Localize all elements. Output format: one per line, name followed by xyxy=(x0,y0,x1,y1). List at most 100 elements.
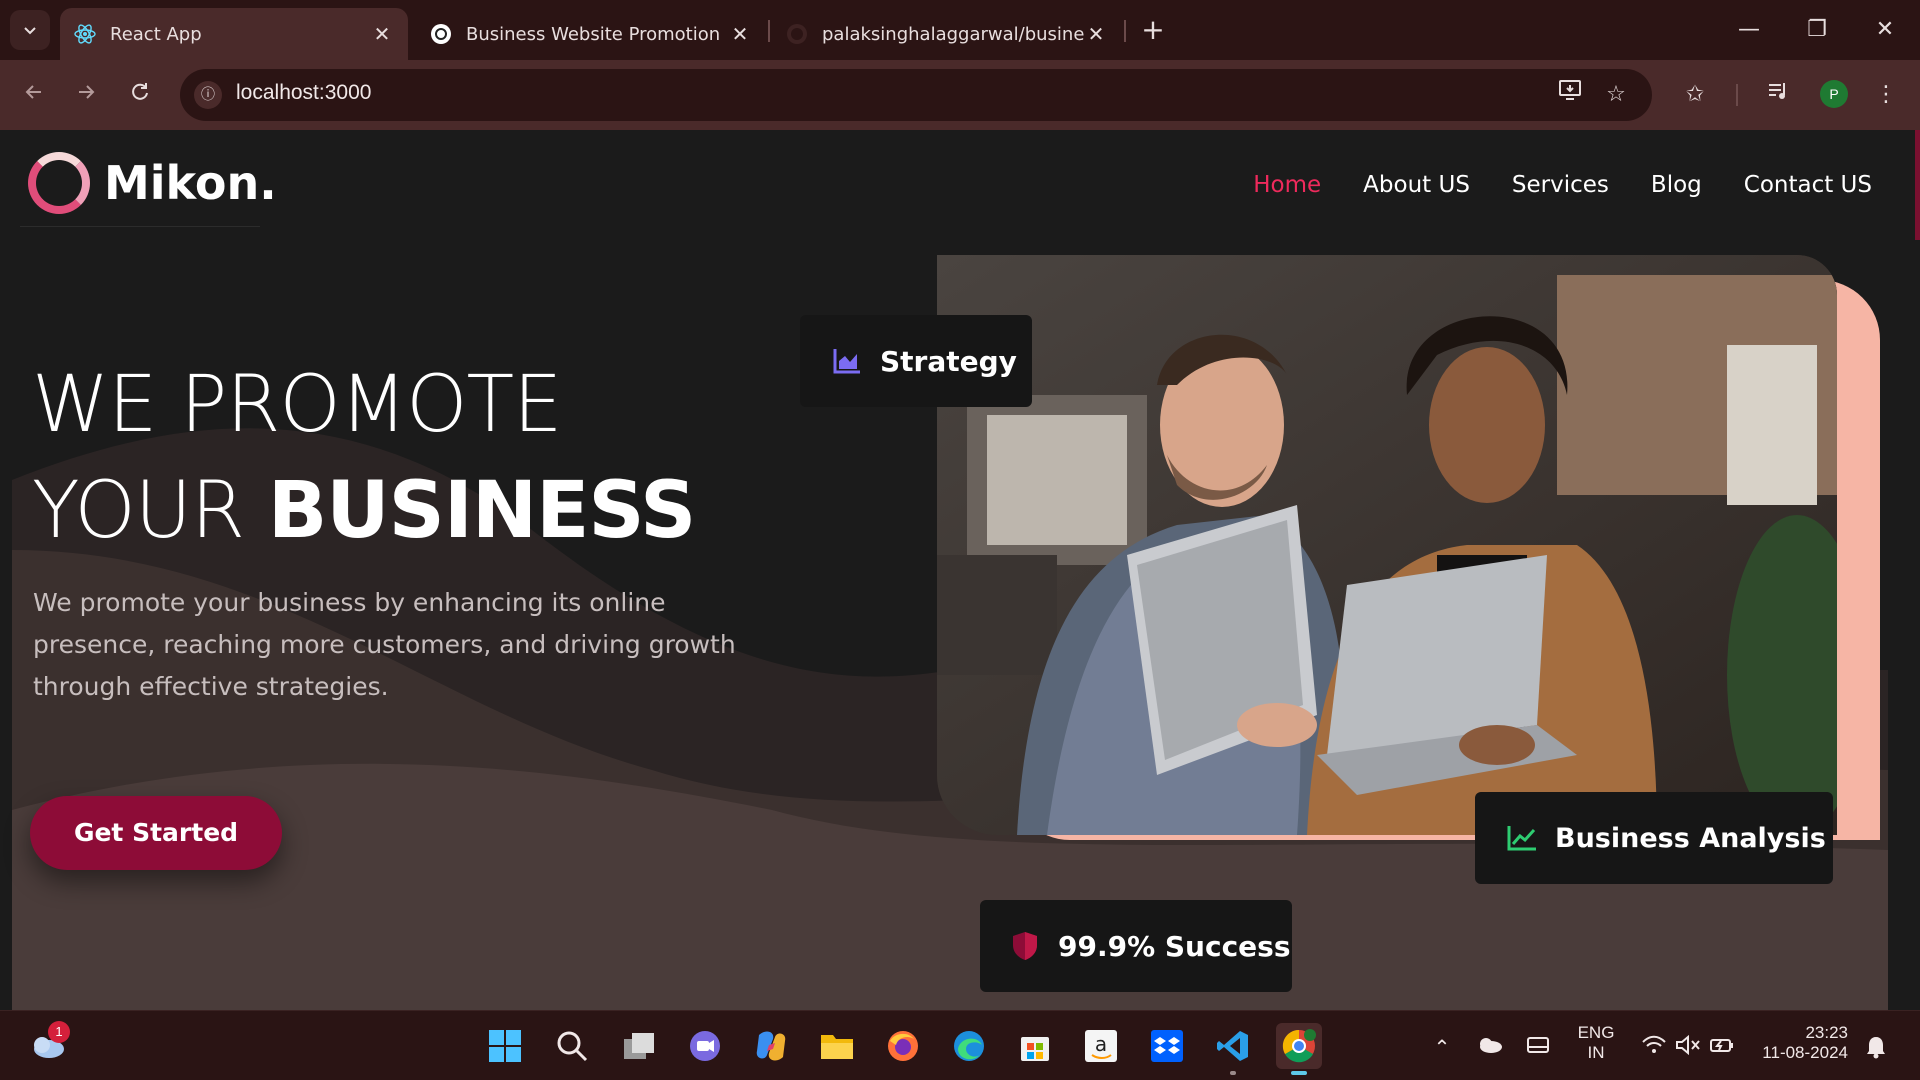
install-app-icon[interactable] xyxy=(1554,79,1586,111)
chevron-up-icon[interactable]: ⌃ xyxy=(1428,1035,1456,1059)
strategy-label: Strategy xyxy=(880,344,1017,378)
reload-icon xyxy=(132,83,148,100)
vscode-icon xyxy=(1217,1031,1248,1061)
amazon-app[interactable]: a xyxy=(1078,1023,1124,1069)
minimize-button[interactable]: — xyxy=(1724,10,1774,50)
bookmark-star-icon[interactable]: ☆ xyxy=(1600,79,1632,111)
amazon-icon: a xyxy=(1085,1030,1117,1062)
firefox-app[interactable] xyxy=(880,1023,926,1069)
chrome-icon xyxy=(1282,1029,1316,1063)
microsoft-store-app[interactable] xyxy=(1012,1023,1058,1069)
start-button[interactable] xyxy=(482,1023,528,1069)
url-text[interactable]: localhost:3000 xyxy=(236,81,371,105)
wifi-icon[interactable] xyxy=(1640,1035,1668,1059)
close-tab-icon[interactable]: ✕ xyxy=(370,22,394,46)
hero-title-line1: WE PROMOTE xyxy=(32,360,562,450)
scrollbar-thumb[interactable] xyxy=(1915,130,1920,240)
page-scrollbar[interactable] xyxy=(1912,130,1920,1010)
hero-title-light: YOUR xyxy=(32,466,268,556)
get-started-button[interactable]: Get Started xyxy=(30,796,282,870)
folder-icon xyxy=(821,1035,853,1059)
reload-button[interactable] xyxy=(122,77,158,113)
logo-text: Mikon. xyxy=(104,156,277,210)
github-icon xyxy=(786,23,808,45)
people-with-laptops-illustration xyxy=(937,255,1837,835)
react-icon xyxy=(74,23,96,45)
nav-contact[interactable]: Contact US xyxy=(1744,172,1872,198)
arrow-right-icon xyxy=(79,85,95,99)
close-tab-icon[interactable]: ✕ xyxy=(728,22,752,46)
tab-github-repo[interactable]: palaksinghalaggarwal/business ✕ xyxy=(772,8,1122,60)
site-info-icon[interactable]: ⓘ xyxy=(194,81,222,109)
clock[interactable]: 23:23 11-08-2024 xyxy=(1756,1023,1848,1063)
bookmarks-icon[interactable]: ✩ xyxy=(1677,77,1713,113)
edge-app[interactable] xyxy=(946,1023,992,1069)
display-icon[interactable] xyxy=(1524,1035,1552,1059)
success-card: 99.9% Success xyxy=(980,900,1292,992)
forward-button[interactable] xyxy=(68,77,104,113)
nav-blog[interactable]: Blog xyxy=(1651,172,1702,198)
teams-chat-app[interactable] xyxy=(682,1023,728,1069)
browser-toolbar: ⓘ localhost:3000 ☆ ✩ P ⋮ xyxy=(0,60,1920,130)
nav-home[interactable]: Home xyxy=(1253,172,1321,198)
dropbox-icon xyxy=(1151,1030,1183,1062)
tab-react-app[interactable]: React App ✕ xyxy=(60,8,408,60)
onedrive-cloud-icon[interactable] xyxy=(1476,1035,1504,1059)
media-controls-icon[interactable] xyxy=(1760,77,1796,113)
task-view-button[interactable] xyxy=(616,1023,662,1069)
battery-charging-icon[interactable] xyxy=(1708,1035,1736,1059)
search-button[interactable] xyxy=(549,1023,595,1069)
line-chart-icon xyxy=(1505,821,1539,855)
hero-photo xyxy=(937,255,1837,835)
business-analysis-label: Business Analysis xyxy=(1555,822,1826,854)
chrome-app[interactable] xyxy=(1276,1023,1322,1075)
logo-ring-icon xyxy=(28,152,90,214)
web-page: Mikon. Home About US Services Blog Conta… xyxy=(0,130,1920,1010)
language-line2: IN xyxy=(1587,1043,1605,1062)
site-logo[interactable]: Mikon. xyxy=(28,152,277,214)
task-view-icon xyxy=(624,1033,654,1059)
nav-services[interactable]: Services xyxy=(1512,172,1609,198)
tab-title: React App xyxy=(110,23,202,45)
shield-icon xyxy=(1008,929,1042,963)
close-window-button[interactable]: ✕ xyxy=(1860,10,1910,50)
weather-widget[interactable]: 1 xyxy=(24,1021,70,1069)
search-icon xyxy=(557,1031,588,1062)
back-button[interactable] xyxy=(16,77,52,113)
new-tab-button[interactable]: + xyxy=(1137,14,1169,46)
logo-underline xyxy=(20,226,260,227)
hero-title: WE PROMOTE YOUR BUSINESS xyxy=(32,352,696,564)
notification-bell-icon[interactable] xyxy=(1862,1035,1890,1059)
chevron-down-icon xyxy=(24,27,36,35)
firefox-icon xyxy=(888,1031,918,1061)
windows-taskbar: 1 a ⌃ ENG IN 23:23 11-08-2024 xyxy=(0,1010,1920,1080)
language-line1: ENG xyxy=(1577,1023,1615,1042)
tab-business-website-promotion[interactable]: Business Website Promotion ✕ xyxy=(416,8,766,60)
address-bar[interactable]: ⓘ localhost:3000 ☆ xyxy=(180,69,1652,121)
hero-title-line2: YOUR BUSINESS xyxy=(32,458,696,564)
dropbox-app[interactable] xyxy=(1144,1023,1190,1069)
clock-time: 23:23 xyxy=(1805,1023,1848,1042)
hero-title-bold: BUSINESS xyxy=(267,466,696,556)
hero-description: We promote your business by enhancing it… xyxy=(33,588,736,701)
volume-muted-icon[interactable] xyxy=(1674,1034,1702,1059)
notification-badge: 1 xyxy=(48,1021,70,1043)
restore-button[interactable]: ❐ xyxy=(1792,10,1842,50)
nav-about[interactable]: About US xyxy=(1363,172,1470,198)
tab-separator xyxy=(1124,20,1126,42)
arrow-left-icon xyxy=(25,85,41,99)
close-tab-icon[interactable]: ✕ xyxy=(1084,22,1108,46)
running-indicator xyxy=(1230,1071,1236,1075)
menu-kebab-icon[interactable]: ⋮ xyxy=(1868,77,1904,113)
tab-title: palaksinghalaggarwal/business xyxy=(822,23,1084,45)
vscode-app[interactable] xyxy=(1210,1023,1256,1075)
profile-avatar[interactable]: P xyxy=(1820,80,1848,108)
tab-search-button[interactable] xyxy=(10,10,50,50)
toolbar-separator xyxy=(1736,84,1738,106)
copilot-app[interactable] xyxy=(748,1023,794,1069)
file-explorer-app[interactable] xyxy=(814,1023,860,1069)
windows-icon xyxy=(489,1030,521,1062)
language-indicator[interactable]: ENG IN xyxy=(1572,1023,1620,1063)
browser-tab-strip: React App ✕ Business Website Promotion ✕… xyxy=(0,0,1920,60)
chatgpt-icon xyxy=(430,23,452,45)
